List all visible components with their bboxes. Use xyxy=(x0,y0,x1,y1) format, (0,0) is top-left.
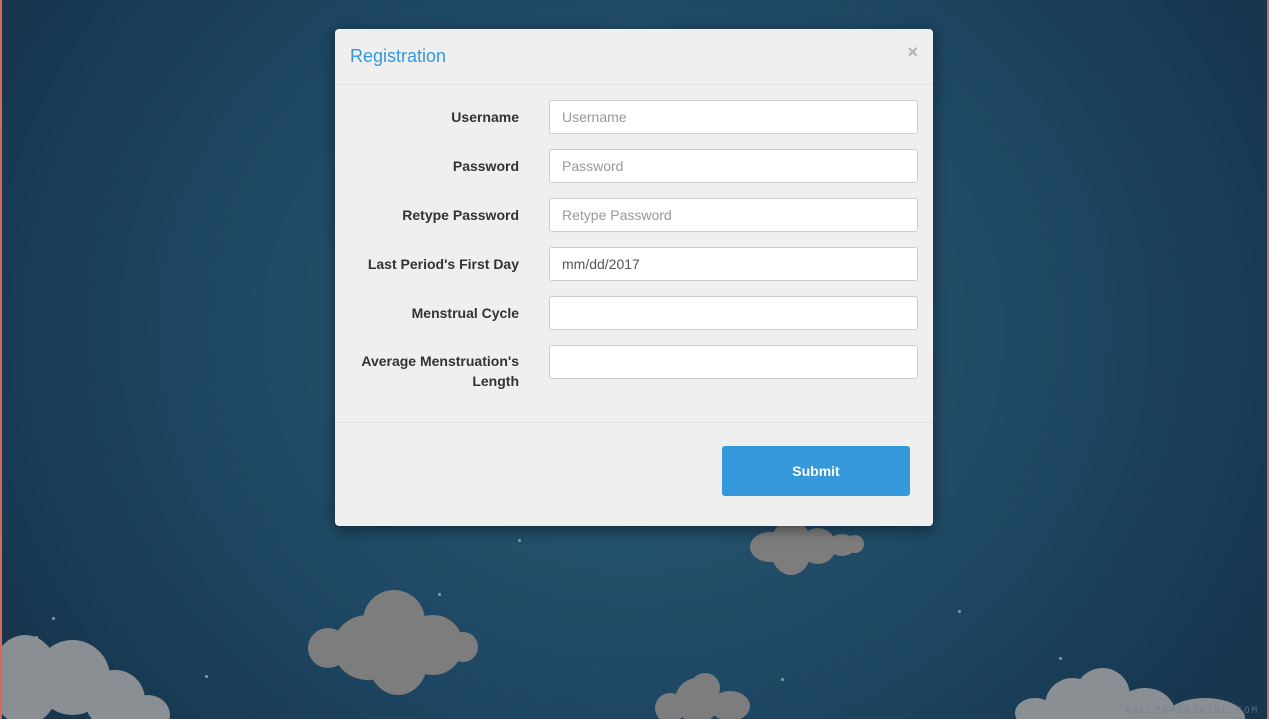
star-decoration xyxy=(518,539,521,542)
last-period-date-input[interactable] xyxy=(549,247,918,281)
star-decoration xyxy=(205,675,208,678)
menstrual-cycle-label: Menstrual Cycle xyxy=(411,305,519,321)
modal-header: Registration × xyxy=(335,29,933,85)
modal-body: Username Password Retype Password Last P… xyxy=(335,85,933,421)
username-label: Username xyxy=(451,109,519,125)
password-label: Password xyxy=(452,158,519,174)
registration-modal: Registration × Username Password Retype … xyxy=(335,29,933,526)
username-input[interactable] xyxy=(549,100,918,134)
window-edge-left xyxy=(0,0,2,719)
password-input[interactable] xyxy=(549,149,918,183)
watermark-text: WALLPAPERSWIDE.COM xyxy=(1125,706,1259,716)
menstruation-length-input[interactable] xyxy=(549,345,918,379)
star-decoration xyxy=(958,610,961,613)
star-decoration xyxy=(438,593,441,596)
retype-password-label: Retype Password xyxy=(402,207,519,223)
modal-title: Registration xyxy=(350,46,447,66)
star-decoration xyxy=(781,678,784,681)
modal-footer: Submit xyxy=(335,422,933,527)
last-period-label: Last Period's First Day xyxy=(367,256,519,272)
star-decoration xyxy=(52,617,55,620)
close-button[interactable]: × xyxy=(907,42,918,62)
menstruation-length-label: Average Menstruation's Length xyxy=(361,353,519,389)
retype-password-input[interactable] xyxy=(549,198,918,232)
menstrual-cycle-input[interactable] xyxy=(549,296,918,330)
submit-button[interactable]: Submit xyxy=(722,446,910,496)
star-decoration xyxy=(1059,657,1062,660)
